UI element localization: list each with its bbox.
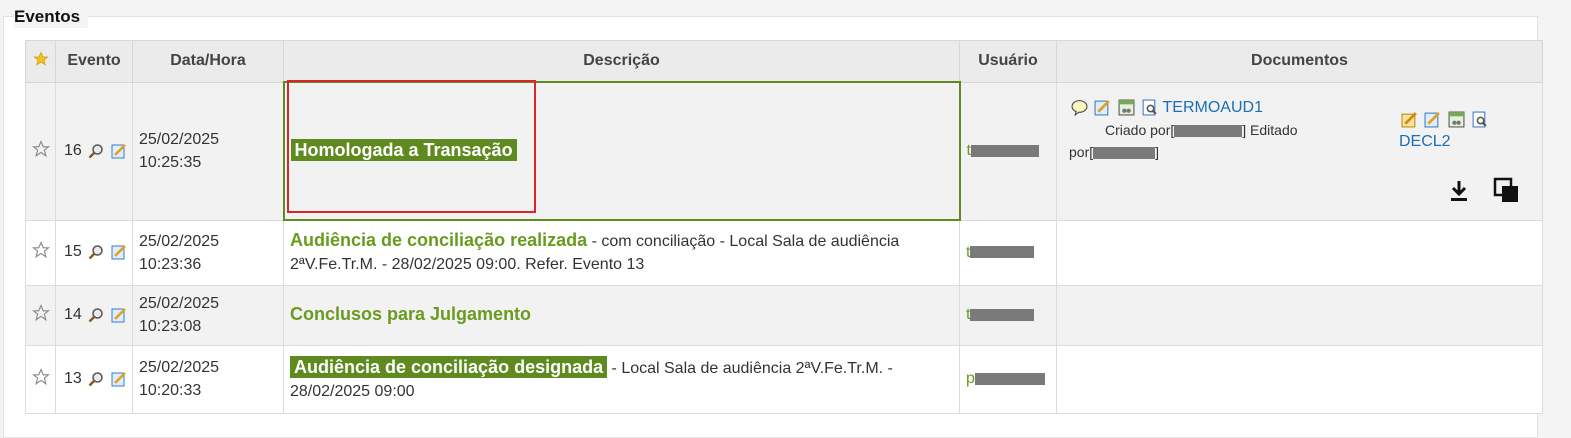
table-row: 13 25/02/2025 10:20:33 Audiência de conc…	[25, 344, 1543, 414]
doc2-icons	[1399, 111, 1488, 128]
event-title[interactable]: Audiência de conciliação realizada	[290, 230, 587, 250]
star-outline-icon	[31, 367, 50, 385]
event-number-cell: 13	[55, 344, 133, 414]
redacted-user	[970, 144, 1039, 157]
redacted-creator	[1174, 124, 1243, 137]
star-filled-icon	[32, 51, 49, 66]
column-header-datahora[interactable]: Data/Hora	[132, 40, 284, 83]
redacted-editor	[1093, 146, 1156, 159]
signature-icon[interactable]	[1118, 99, 1135, 116]
magnifier-icon[interactable]	[88, 307, 104, 323]
magnifier-icon[interactable]	[88, 244, 104, 260]
date-cell: 25/02/2025 10:23:36	[132, 219, 284, 286]
table-row: 15 25/02/2025 10:23:36 Audiência de conc…	[25, 219, 1543, 286]
doc-created-by-label: Criado por	[1105, 121, 1171, 138]
user-cell: p	[959, 344, 1057, 414]
column-header-descricao[interactable]: Descrição	[283, 40, 960, 83]
star-outline-icon	[31, 139, 50, 157]
documents-cell	[1056, 344, 1543, 414]
signature-icon[interactable]	[1448, 111, 1465, 128]
event-number: 13	[64, 369, 82, 387]
row-star-cell[interactable]	[25, 284, 56, 346]
redacted-user	[970, 308, 1035, 321]
date-cell: 25/02/2025 10:25:35	[132, 81, 284, 221]
table-row: 14 25/02/2025 10:23:08 Conclusos para Ju…	[25, 284, 1543, 346]
doc-edited-by-label: por	[1069, 143, 1090, 160]
event-title-badge[interactable]: Audiência de conciliação designada	[290, 355, 608, 378]
event-number: 16	[64, 141, 82, 159]
row-star-cell[interactable]	[25, 344, 56, 414]
event-title[interactable]: Conclusos para Julgamento	[290, 304, 531, 324]
edit-icon[interactable]	[1094, 99, 1111, 116]
date-cell: 25/02/2025 10:20:33	[132, 344, 284, 414]
user-cell: t	[959, 284, 1057, 346]
event-time: 10:23:08	[139, 318, 202, 335]
column-header-documentos[interactable]: Documentos	[1056, 40, 1543, 83]
document-link-termoaud1[interactable]: TERMOAUD1	[1163, 99, 1263, 116]
redacted-user	[974, 372, 1045, 385]
document-search-icon[interactable]	[1141, 99, 1158, 116]
edit-icon[interactable]	[111, 143, 127, 159]
event-number-cell: 14	[55, 284, 133, 346]
star-outline-icon	[31, 241, 50, 259]
redacted-user	[970, 246, 1035, 259]
event-time: 10:25:35	[139, 154, 202, 171]
edit-icon[interactable]	[111, 307, 127, 323]
event-number-cell: 15	[55, 219, 133, 286]
event-date: 25/02/2025	[139, 232, 220, 250]
section-title: Eventos	[14, 6, 89, 28]
user-prefix[interactable]: p	[966, 370, 975, 387]
star-outline-icon	[31, 303, 50, 321]
magnifier-icon[interactable]	[88, 143, 104, 159]
event-number: 14	[64, 305, 82, 323]
description-cell: Conclusos para Julgamento	[283, 284, 960, 346]
edit-icon[interactable]	[111, 371, 127, 387]
row-star-cell[interactable]	[25, 81, 56, 221]
row-star-cell[interactable]	[25, 219, 56, 286]
edit-icon[interactable]	[111, 244, 127, 260]
documents-cell: TERMOAUD1 Criado por[] Editado por[] DEC…	[1056, 81, 1543, 221]
table-row: 16 25/02/2025 10:25:35 Homologada a Tran…	[25, 81, 1543, 221]
download-icon[interactable]	[1448, 179, 1470, 203]
documents-cell	[1056, 219, 1543, 286]
magnifier-icon[interactable]	[88, 371, 104, 387]
table-header: Evento Data/Hora Descrição Usuário Docum…	[25, 40, 1543, 83]
column-header-evento[interactable]: Evento	[55, 40, 133, 83]
user-cell: t	[959, 219, 1057, 286]
description-cell: Audiência de conciliação designada - Loc…	[283, 344, 960, 414]
event-date: 25/02/2025	[139, 359, 220, 376]
event-time: 10:23:36	[139, 255, 202, 273]
edit-icon[interactable]	[1424, 111, 1441, 128]
events-table: Evento Data/Hora Descrição Usuário Docum…	[25, 40, 1543, 414]
signed-edit-icon[interactable]	[1401, 111, 1418, 128]
doc-icons	[1069, 99, 1163, 116]
event-date: 25/02/2025	[139, 131, 220, 148]
event-time: 10:20:33	[139, 382, 202, 399]
column-header-usuario[interactable]: Usuário	[959, 40, 1057, 83]
event-date: 25/02/2025	[139, 295, 220, 312]
documents-cell	[1056, 284, 1543, 346]
copy-icon[interactable]	[1493, 177, 1521, 205]
highlight-box	[287, 80, 536, 213]
comment-icon[interactable]	[1071, 99, 1088, 116]
doc-edited-label: Editado	[1250, 121, 1298, 138]
star-column-header[interactable]	[25, 40, 56, 83]
document-search-icon[interactable]	[1471, 111, 1488, 128]
user-cell: t	[959, 81, 1057, 221]
date-cell: 25/02/2025 10:23:08	[132, 284, 284, 346]
event-number-cell: 16	[55, 81, 133, 221]
document-link-decl2[interactable]: DECL2	[1399, 131, 1488, 153]
event-number: 15	[64, 243, 82, 261]
description-cell: Audiência de conciliação realizada - com…	[283, 219, 960, 286]
